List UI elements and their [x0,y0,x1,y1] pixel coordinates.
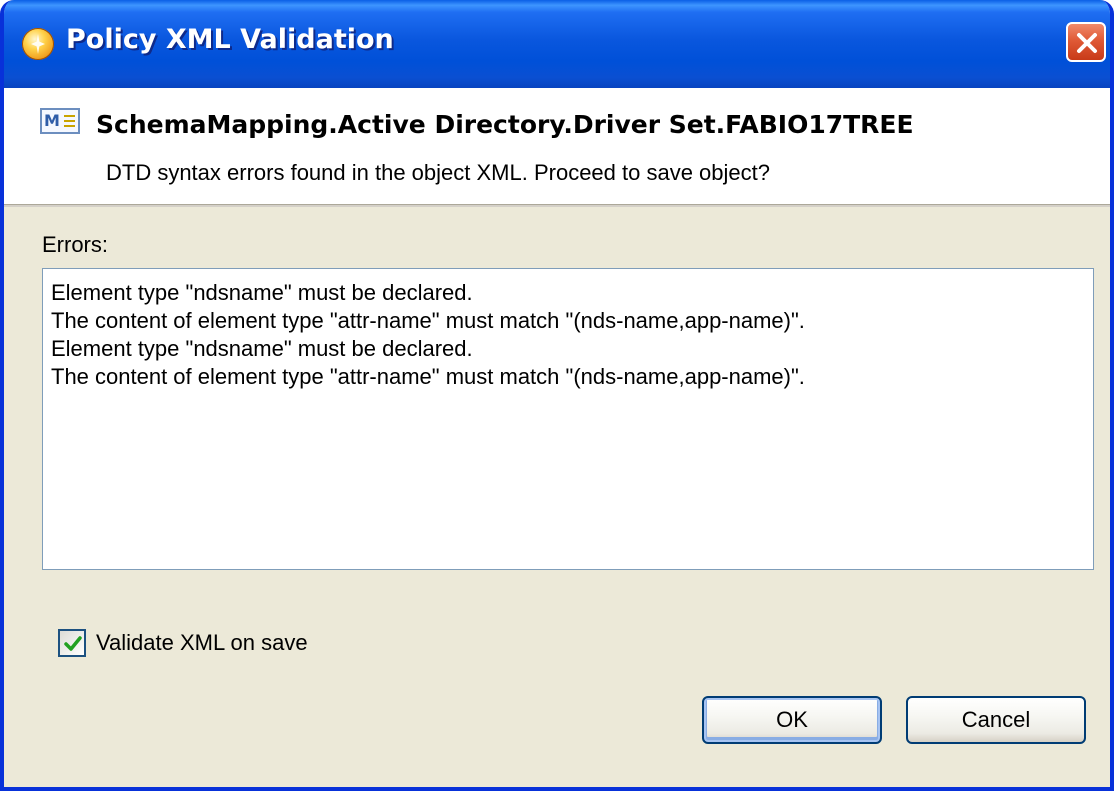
object-name: SchemaMapping.Active Directory.Driver Se… [96,110,914,139]
errors-textarea[interactable]: Element type "ndsname" must be declared.… [42,268,1094,570]
error-line: Element type "ndsname" must be declared. [51,336,473,361]
dialog-window: Policy XML Validation M SchemaMapping.Ac… [0,0,1114,791]
validation-message: DTD syntax errors found in the object XM… [106,160,770,185]
title-bar[interactable]: Policy XML Validation [4,0,1110,88]
validate-xml-label[interactable]: Validate XML on save [96,630,308,656]
close-icon [1077,33,1097,53]
ok-button[interactable]: OK [702,696,882,744]
dialog-header: M SchemaMapping.Active Directory.Driver … [4,88,1110,204]
error-line: The content of element type "attr-name" … [51,364,805,389]
header-separator [4,204,1110,207]
error-line: Element type "ndsname" must be declared. [51,280,473,305]
validate-xml-checkbox[interactable] [58,629,86,657]
close-button[interactable] [1066,22,1106,62]
window-title: Policy XML Validation [66,24,394,55]
cancel-button[interactable]: Cancel [906,696,1086,744]
xml-document-icon: M [40,108,80,134]
checkmark-icon [64,636,82,651]
error-line: The content of element type "attr-name" … [51,308,805,333]
errors-label: Errors: [42,232,108,257]
app-logo-icon [22,28,54,60]
xml-document-icon-letter: M [44,111,60,130]
